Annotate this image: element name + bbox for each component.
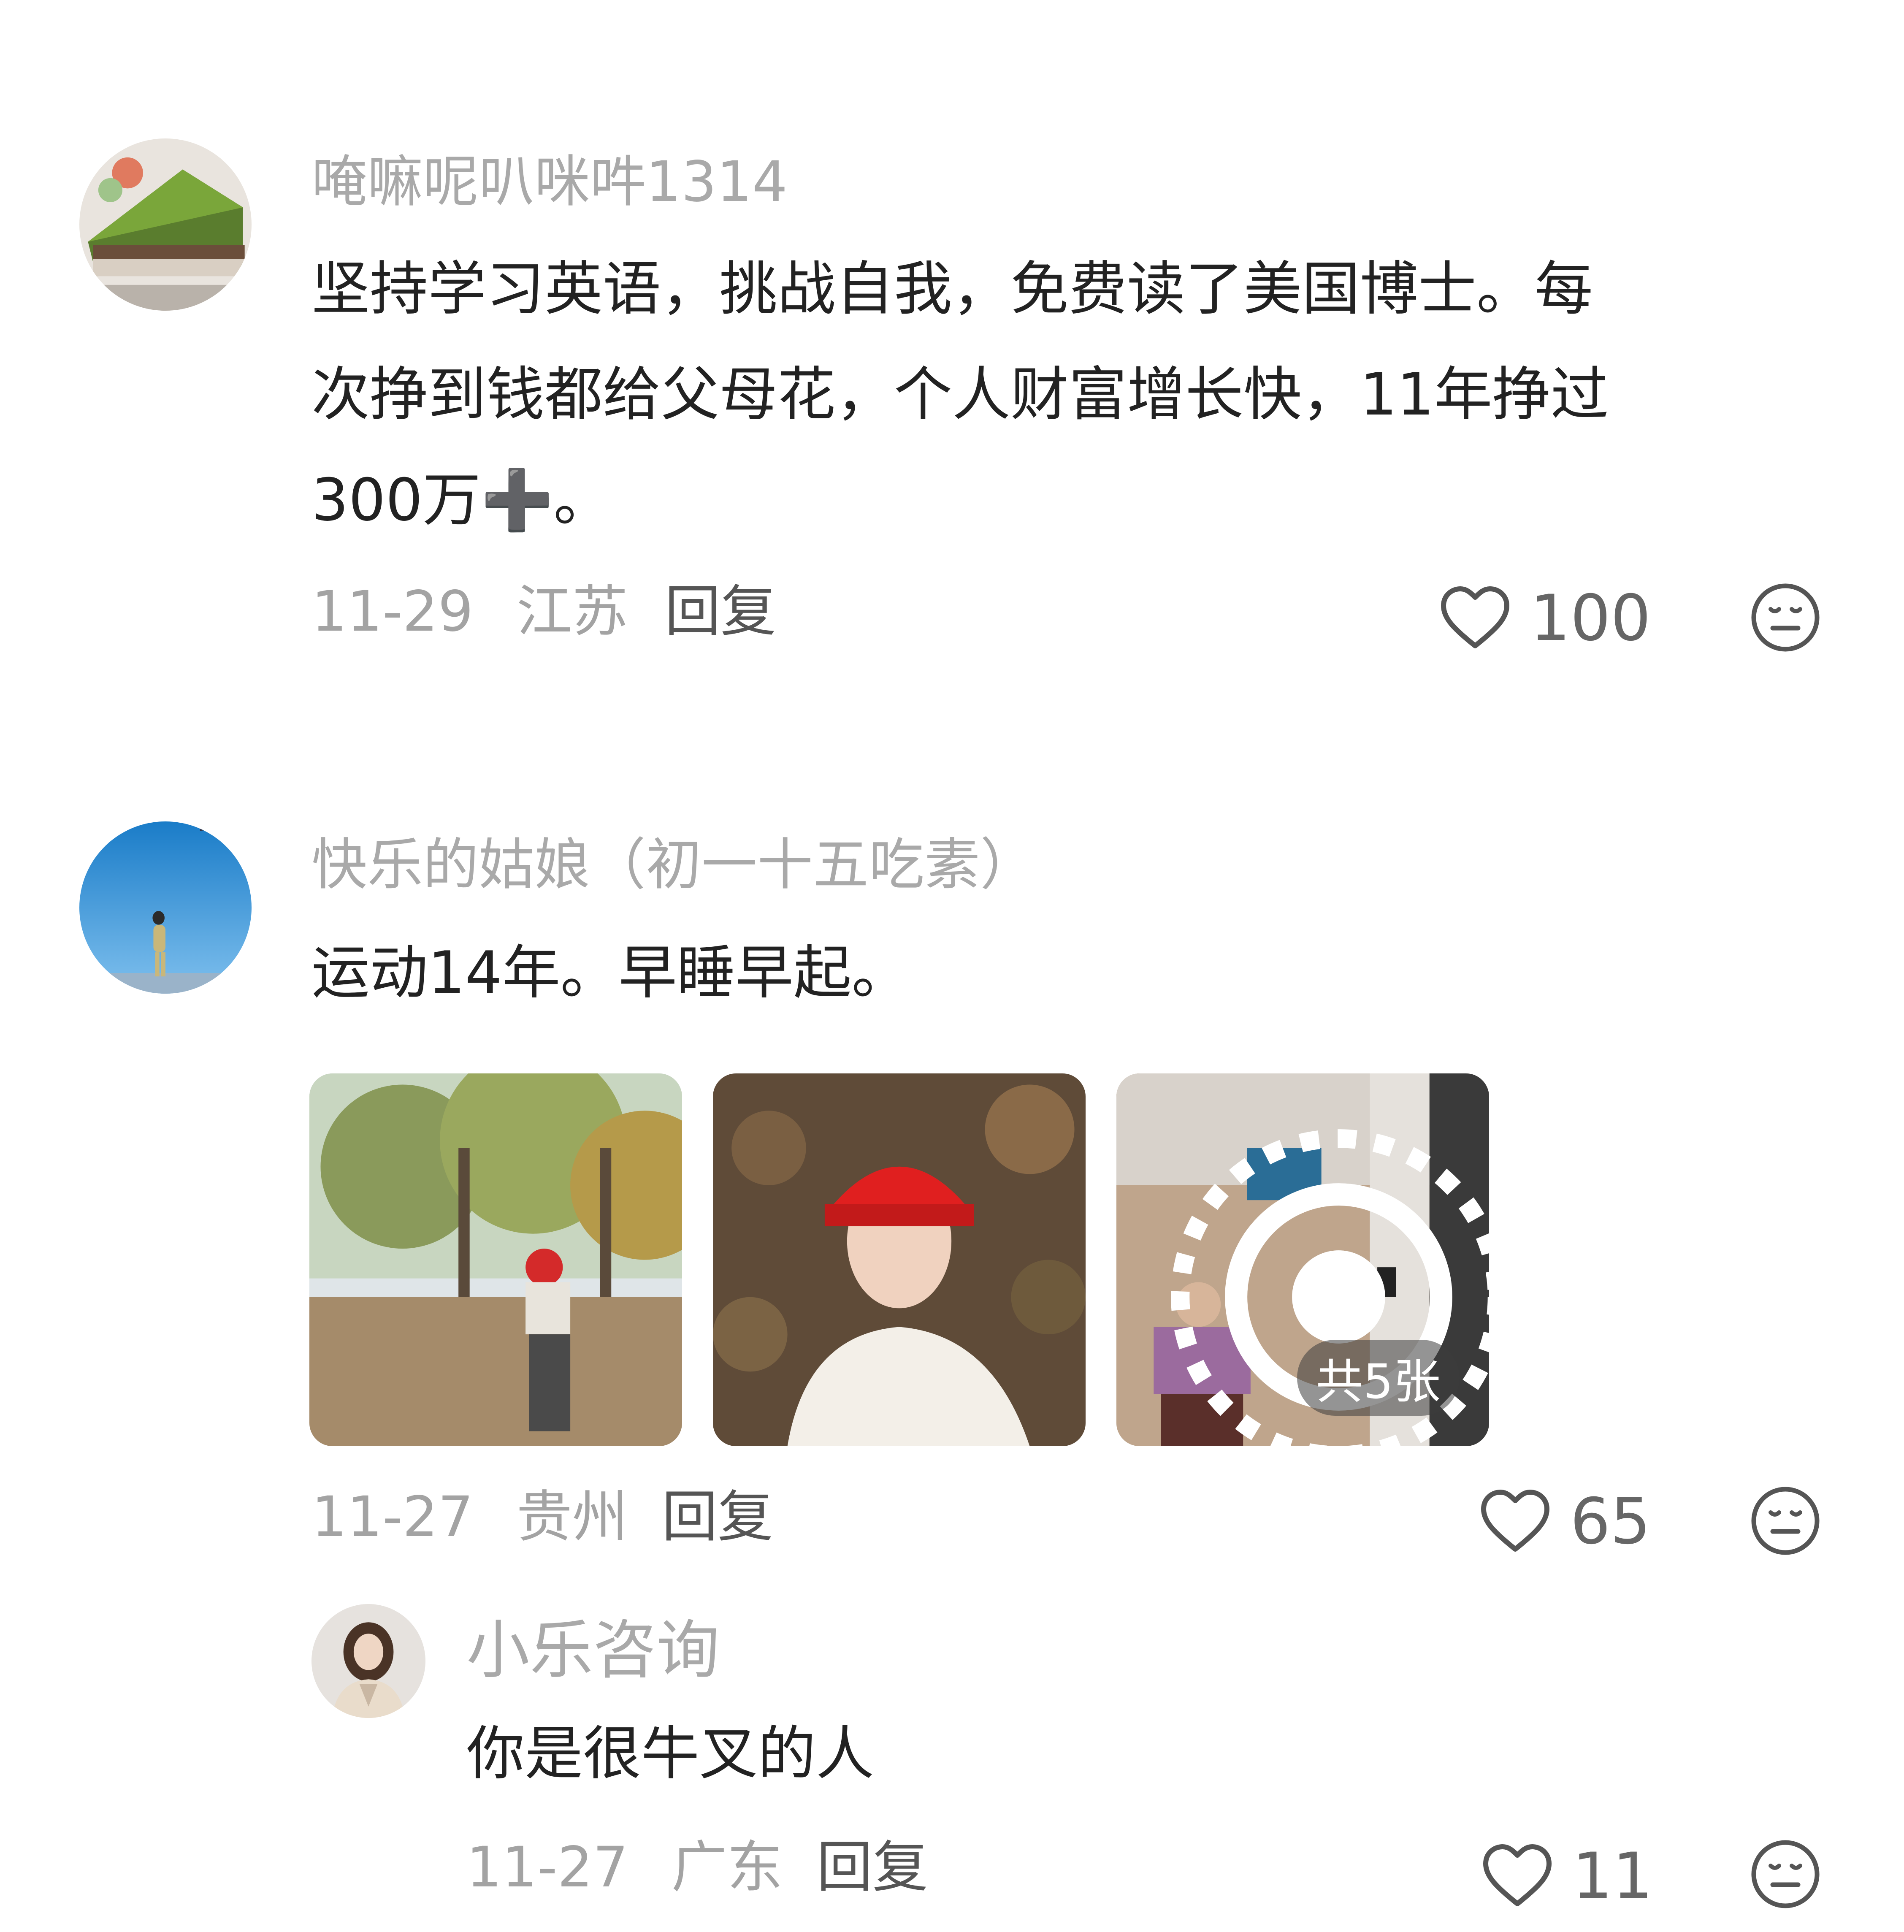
dislike-button[interactable] bbox=[1750, 1838, 1821, 1910]
like-count: 11 bbox=[1572, 1840, 1653, 1913]
username[interactable]: 快乐的姑娘（初一十五吃素） bbox=[311, 832, 1036, 898]
like-button[interactable]: 100 bbox=[1437, 580, 1651, 656]
neutral-face-icon bbox=[1751, 1487, 1820, 1555]
comment-image[interactable]: 共5张 bbox=[1116, 1073, 1489, 1446]
username[interactable]: 唵嘛呢叭咪吽1314 bbox=[311, 149, 788, 215]
heart-outline-icon bbox=[1481, 1490, 1549, 1552]
comment-text-line: 你是很牛叉的人 bbox=[466, 1720, 875, 1788]
reply-button[interactable]: 回复 bbox=[817, 1834, 928, 1901]
comment-meta: 11-29 江苏 bbox=[311, 578, 628, 645]
comment-location: 广东 bbox=[671, 1835, 783, 1900]
dislike-button[interactable] bbox=[1750, 582, 1821, 653]
dislike-button[interactable] bbox=[1750, 1485, 1821, 1557]
comment-date: 11-27 bbox=[466, 1835, 628, 1900]
like-count: 100 bbox=[1530, 582, 1651, 655]
comment-meta: 11-27 广东 bbox=[466, 1834, 783, 1901]
neutral-face-icon bbox=[1751, 1840, 1820, 1908]
comment-location: 贵州 bbox=[516, 1485, 628, 1550]
neutral-face-icon bbox=[1751, 583, 1820, 652]
image-count-badge: 共5张 bbox=[1297, 1340, 1460, 1416]
comment-text: 你是很牛叉的人 bbox=[466, 1701, 1733, 1807]
comment-text-line: 运动14年。早睡早起。 bbox=[311, 939, 910, 1007]
comment-text: 运动14年。早睡早起。 bbox=[311, 920, 1810, 1026]
comment-date: 11-29 bbox=[311, 579, 474, 644]
comment-text-line: 次挣到钱都给父母花，个人财富增长快，11年挣过 bbox=[311, 360, 1609, 428]
like-count: 65 bbox=[1570, 1485, 1651, 1558]
comment-text-line: 坚持学习英语，挑战自我，免费读了美国博士。每 bbox=[311, 255, 1593, 323]
comment-text-line: 300万➕。 bbox=[311, 466, 612, 534]
like-button[interactable]: 11 bbox=[1479, 1838, 1653, 1914]
like-button[interactable]: 65 bbox=[1477, 1484, 1651, 1560]
comment-text: 坚持学习英语，挑战自我，免费读了美国博士。每 次挣到钱都给父母花，个人财富增长快… bbox=[311, 236, 1810, 553]
heart-outline-icon bbox=[1483, 1844, 1552, 1906]
comment-image[interactable] bbox=[713, 1073, 1086, 1446]
comment-meta: 11-27 贵州 bbox=[311, 1484, 628, 1550]
reply-button[interactable]: 回复 bbox=[665, 578, 776, 645]
comment-location: 江苏 bbox=[516, 579, 628, 644]
avatar[interactable] bbox=[311, 1604, 425, 1718]
avatar[interactable] bbox=[79, 821, 252, 994]
reply-button[interactable]: 回复 bbox=[662, 1484, 773, 1550]
username[interactable]: 小乐咨询 bbox=[466, 1612, 720, 1688]
heart-outline-icon bbox=[1441, 586, 1509, 648]
comment-image[interactable] bbox=[309, 1073, 682, 1446]
avatar[interactable] bbox=[79, 138, 252, 311]
comment-date: 11-27 bbox=[311, 1485, 474, 1550]
